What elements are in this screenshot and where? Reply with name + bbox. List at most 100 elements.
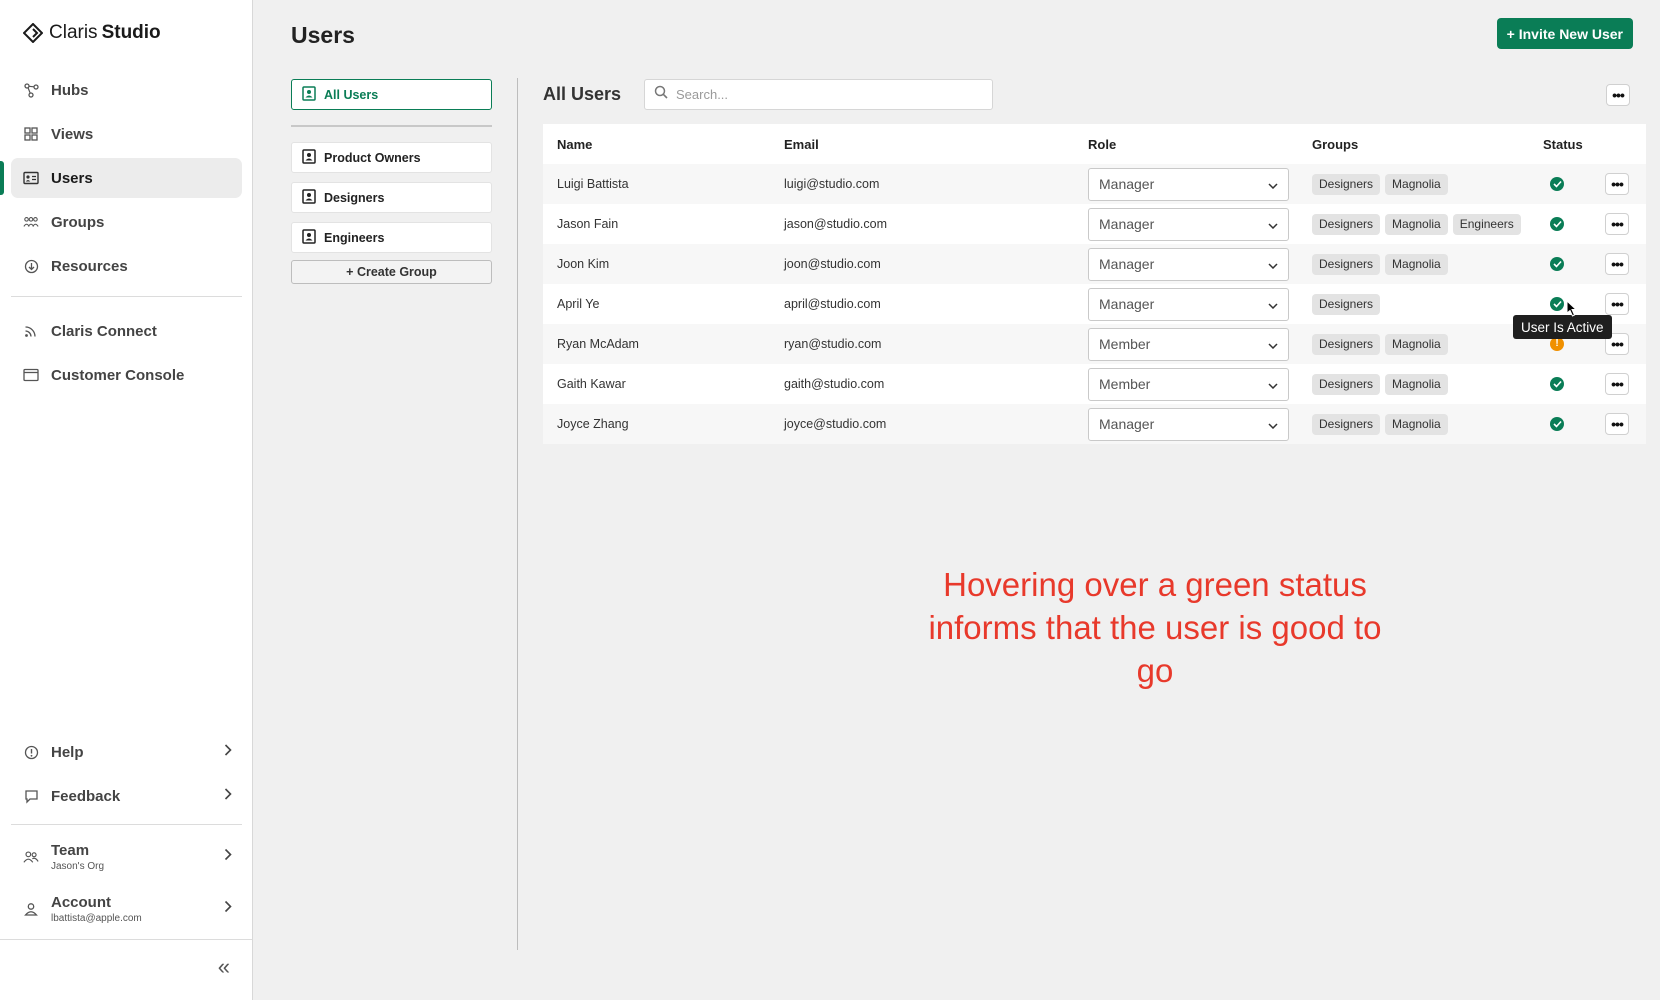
create-group-button[interactable]: + Create Group xyxy=(291,260,492,284)
group-tag[interactable]: Designers xyxy=(1312,413,1381,435)
group-item-product-owners[interactable]: Product Owners xyxy=(291,142,492,173)
invite-new-user-button[interactable]: + Invite New User xyxy=(1496,18,1633,49)
table-row[interactable]: Gaith Kawar gaith@studio.com Member Desi… xyxy=(543,364,1646,404)
status-active-icon[interactable] xyxy=(1550,177,1564,191)
chevron-down-icon xyxy=(1268,336,1278,352)
annotation-text: Hovering over a green status informs tha… xyxy=(928,566,1382,689)
cell-name: Joyce Zhang xyxy=(557,417,629,431)
column-header-status[interactable]: Status xyxy=(1543,137,1583,152)
chevron-down-icon xyxy=(1268,256,1278,272)
column-header-groups[interactable]: Groups xyxy=(1312,137,1358,152)
account-icon xyxy=(23,901,39,917)
group-card-icon xyxy=(302,148,316,167)
status-active-icon[interactable] xyxy=(1550,417,1564,431)
row-more-options-button[interactable]: ••• xyxy=(1605,413,1629,435)
sidebar: Claris Studio Hubs Views Users Groups Re… xyxy=(0,0,253,1000)
sidebar-item-customer-console[interactable]: Customer Console xyxy=(11,355,242,395)
table-row[interactable]: April Ye april@studio.com Manager Design… xyxy=(543,284,1646,324)
role-select[interactable]: Member xyxy=(1088,367,1289,401)
help-icon xyxy=(23,744,39,760)
search-input[interactable] xyxy=(676,87,976,102)
sidebar-item-label: Views xyxy=(51,125,94,143)
chevron-down-icon xyxy=(1268,376,1278,392)
team-org: Jason's Org xyxy=(51,861,105,872)
cell-name: April Ye xyxy=(557,297,600,311)
group-tag[interactable]: Designers xyxy=(1312,373,1381,395)
bottom-nav: Help Feedback Team Jason's Org Account l… xyxy=(11,730,242,935)
chevron-down-icon xyxy=(1268,176,1278,192)
role-select[interactable]: Manager xyxy=(1088,167,1289,201)
sidebar-item-resources[interactable]: Resources xyxy=(11,246,242,286)
group-tag[interactable]: Magnolia xyxy=(1385,253,1448,275)
group-item-engineers[interactable]: Engineers xyxy=(291,222,492,253)
column-header-email[interactable]: Email xyxy=(784,137,819,152)
account-label: Account xyxy=(51,894,111,911)
group-tag[interactable]: Magnolia xyxy=(1385,213,1448,235)
role-select[interactable]: Member xyxy=(1088,327,1289,361)
sidebar-item-feedback[interactable]: Feedback xyxy=(11,774,242,818)
role-value: Manager xyxy=(1099,296,1155,312)
table-row[interactable]: Joon Kim joon@studio.com Manager Designe… xyxy=(543,244,1646,284)
panel-title: All Users xyxy=(543,84,622,104)
group-tag[interactable]: Magnolia xyxy=(1385,173,1448,195)
sidebar-item-label: Resources xyxy=(51,257,128,275)
table-header: Name Email Role Groups Status xyxy=(543,124,1646,164)
sidebar-item-claris-connect[interactable]: Claris Connect xyxy=(11,311,242,351)
group-tag[interactable]: Designers xyxy=(1312,333,1381,355)
sidebar-item-hubs[interactable]: Hubs xyxy=(11,70,242,110)
sidebar-item-users[interactable]: Users xyxy=(0,158,242,198)
row-more-options-button[interactable]: ••• xyxy=(1605,293,1629,315)
chevron-right-icon xyxy=(224,848,232,866)
status-active-icon[interactable] xyxy=(1550,257,1564,271)
group-item-designers[interactable]: Designers xyxy=(291,182,492,213)
cell-email: jason@studio.com xyxy=(784,217,888,231)
sidebar-item-team[interactable]: Team Jason's Org xyxy=(11,831,242,883)
group-tag[interactable]: Magnolia xyxy=(1385,413,1448,435)
column-header-name[interactable]: Name xyxy=(557,137,592,152)
role-value: Member xyxy=(1099,336,1151,352)
brand-logo[interactable]: Claris Studio xyxy=(23,22,161,44)
table-row[interactable]: Luigi Battista luigi@studio.com Manager … xyxy=(543,164,1646,204)
group-tag[interactable]: Designers xyxy=(1312,173,1381,195)
table-row[interactable]: Joyce Zhang joyce@studio.com Manager Des… xyxy=(543,404,1646,444)
sidebar-item-help[interactable]: Help xyxy=(11,730,242,774)
row-more-options-button[interactable]: ••• xyxy=(1605,173,1629,195)
sidebar-item-account[interactable]: Account lbattista@apple.com xyxy=(11,883,242,935)
table-row[interactable]: Jason Fain jason@studio.com Manager Desi… xyxy=(543,204,1646,244)
role-select[interactable]: Manager xyxy=(1088,287,1289,321)
cell-groups: Designers Magnolia xyxy=(1312,253,1448,275)
group-tag[interactable]: Magnolia xyxy=(1385,373,1448,395)
table-body: Luigi Battista luigi@studio.com Manager … xyxy=(543,164,1646,444)
sidebar-item-views[interactable]: Views xyxy=(11,114,242,154)
sidebar-item-label: Groups xyxy=(51,213,105,231)
table-row[interactable]: Ryan McAdam ryan@studio.com Member Desig… xyxy=(543,324,1646,364)
chevron-down-icon xyxy=(1268,296,1278,312)
group-tag[interactable]: Designers xyxy=(1312,213,1381,235)
sidebar-item-groups[interactable]: Groups xyxy=(11,202,242,242)
sidebar-item-label: Claris Connect xyxy=(51,322,157,340)
group-tag[interactable]: Designers xyxy=(1312,253,1381,275)
group-item-all-users[interactable]: All Users xyxy=(291,79,492,110)
status-warning-icon[interactable]: ! xyxy=(1550,337,1564,351)
status-active-icon[interactable] xyxy=(1550,377,1564,391)
role-value: Manager xyxy=(1099,416,1155,432)
role-select[interactable]: Manager xyxy=(1088,207,1289,241)
group-card-icon xyxy=(302,188,316,207)
status-active-icon[interactable] xyxy=(1550,297,1564,311)
collapse-sidebar-button[interactable]: « xyxy=(218,954,230,980)
users-table: Name Email Role Groups Status Luigi Batt… xyxy=(543,124,1646,444)
row-more-options-button[interactable]: ••• xyxy=(1605,213,1629,235)
sidebar-item-label: Users xyxy=(51,169,93,187)
more-options-button[interactable]: ••• xyxy=(1606,84,1630,106)
role-select[interactable]: Manager xyxy=(1088,247,1289,281)
row-more-options-button[interactable]: ••• xyxy=(1605,373,1629,395)
chevron-right-icon xyxy=(224,900,232,918)
group-tag[interactable]: Magnolia xyxy=(1385,333,1448,355)
column-header-role[interactable]: Role xyxy=(1088,137,1116,152)
row-more-options-button[interactable]: ••• xyxy=(1605,253,1629,275)
status-active-icon[interactable] xyxy=(1550,217,1564,231)
group-tag[interactable]: Designers xyxy=(1312,293,1381,315)
role-select[interactable]: Manager xyxy=(1088,407,1289,441)
group-tag[interactable]: Engineers xyxy=(1452,213,1521,235)
connect-icon xyxy=(23,323,39,339)
